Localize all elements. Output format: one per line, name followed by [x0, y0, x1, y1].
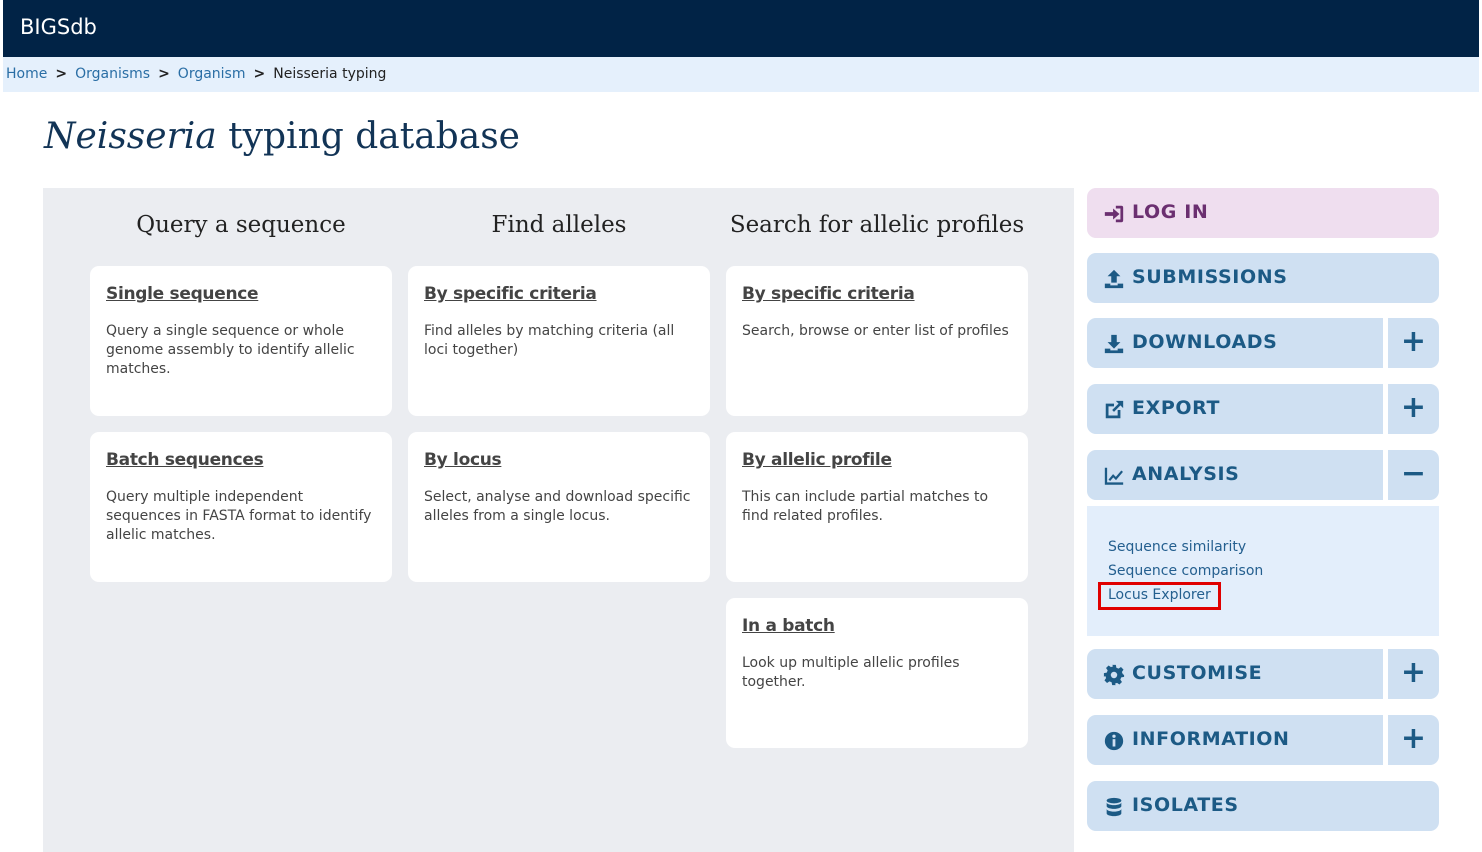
card-by-allelic-profile[interactable]: By allelic profile This can include part…	[726, 432, 1028, 582]
card-single-sequence[interactable]: Single sequence Query a single sequence …	[90, 266, 392, 416]
card-alleles-by-locus[interactable]: By locus Select, analyse and download sp…	[408, 432, 710, 582]
card-title-link[interactable]: By allelic profile	[742, 450, 1012, 470]
gear-icon	[1103, 664, 1125, 686]
breadcrumb-organisms[interactable]: Organisms	[75, 66, 150, 82]
isolates-button[interactable]: ISOLATES	[1087, 781, 1439, 831]
card-alleles-by-criteria[interactable]: By specific criteria Find alleles by mat…	[408, 266, 710, 416]
analysis-label: ANALYSIS	[1132, 463, 1240, 485]
page-title-genus: Neisseria	[44, 116, 217, 157]
card-profiles-by-criteria[interactable]: By specific criteria Search, browse or e…	[726, 266, 1028, 416]
breadcrumb: Home > Organisms > Organism > Neisseria typing	[3, 57, 1479, 92]
heading-search-profiles: Search for allelic profiles	[729, 212, 1025, 238]
link-sequence-similarity[interactable]: Sequence similarity	[1108, 539, 1246, 555]
database-icon	[1106, 797, 1122, 817]
analysis-button[interactable]: ANALYSIS	[1087, 450, 1383, 500]
highlight-box	[1098, 582, 1221, 610]
isolates-label: ISOLATES	[1132, 794, 1239, 816]
export-button[interactable]: EXPORT	[1087, 384, 1383, 434]
card-batch-sequences[interactable]: Batch sequences Query multiple independe…	[90, 432, 392, 582]
heading-query-sequence: Query a sequence	[136, 212, 346, 238]
page-title: Neisseria typing database	[44, 116, 520, 157]
breadcrumb-separator: >	[158, 66, 170, 82]
top-header: BIGSdb	[3, 0, 1479, 57]
breadcrumb-separator: >	[55, 66, 68, 82]
external-link-icon	[1105, 400, 1124, 419]
breadcrumb-home[interactable]: Home	[6, 66, 47, 82]
customise-expand-button[interactable]: +	[1388, 649, 1439, 699]
information-button[interactable]: INFORMATION	[1087, 715, 1383, 765]
chart-icon	[1104, 467, 1124, 485]
heading-find-alleles: Find alleles	[491, 212, 627, 238]
downloads-expand-button[interactable]: +	[1388, 318, 1439, 368]
card-description: Query multiple independent sequences in …	[106, 489, 372, 543]
card-description: Look up multiple allelic profiles togeth…	[742, 655, 960, 690]
breadcrumb-current: Neisseria typing	[273, 66, 387, 82]
card-title-link[interactable]: By locus	[424, 450, 694, 470]
analysis-collapse-button[interactable]: −	[1388, 450, 1439, 500]
analysis-panel: Sequence similarity Sequence comparison …	[1087, 506, 1439, 636]
card-title-link[interactable]: By specific criteria	[424, 284, 694, 304]
information-expand-button[interactable]: +	[1388, 715, 1439, 765]
card-title-link[interactable]: Batch sequences	[106, 450, 376, 470]
link-sequence-comparison[interactable]: Sequence comparison	[1108, 563, 1263, 579]
information-label: INFORMATION	[1132, 728, 1290, 750]
export-expand-button[interactable]: +	[1388, 384, 1439, 434]
customise-button[interactable]: CUSTOMISE	[1087, 649, 1383, 699]
downloads-button[interactable]: DOWNLOADS	[1087, 318, 1383, 368]
card-in-a-batch[interactable]: In a batch Look up multiple allelic prof…	[726, 598, 1028, 748]
info-icon	[1104, 731, 1124, 751]
card-description: This can include partial matches to find…	[742, 489, 989, 524]
brand-logo[interactable]: BIGSdb	[20, 15, 97, 39]
card-title-link[interactable]: By specific criteria	[742, 284, 1012, 304]
submissions-label: SUBMISSIONS	[1132, 266, 1288, 288]
card-description: Search, browse or enter list of profiles	[742, 323, 1009, 339]
card-description: Find alleles by matching criteria (all l…	[424, 323, 675, 358]
card-title-link[interactable]: In a batch	[742, 616, 1012, 636]
card-description: Query a single sequence or whole genome …	[106, 323, 355, 377]
export-label: EXPORT	[1132, 397, 1221, 419]
download-icon	[1104, 334, 1124, 354]
card-title-link[interactable]: Single sequence	[106, 284, 376, 304]
upload-icon	[1104, 269, 1124, 289]
breadcrumb-separator: >	[253, 66, 266, 82]
login-label: LOG IN	[1132, 201, 1209, 223]
submissions-button[interactable]: SUBMISSIONS	[1087, 253, 1439, 303]
card-description: Select, analyse and download specific al…	[424, 489, 691, 524]
downloads-label: DOWNLOADS	[1132, 331, 1278, 353]
page-title-rest: typing database	[216, 116, 520, 157]
customise-label: CUSTOMISE	[1132, 662, 1263, 684]
login-button[interactable]: LOG IN	[1087, 188, 1439, 238]
sign-in-icon	[1104, 205, 1124, 223]
breadcrumb-organism[interactable]: Organism	[178, 66, 246, 82]
